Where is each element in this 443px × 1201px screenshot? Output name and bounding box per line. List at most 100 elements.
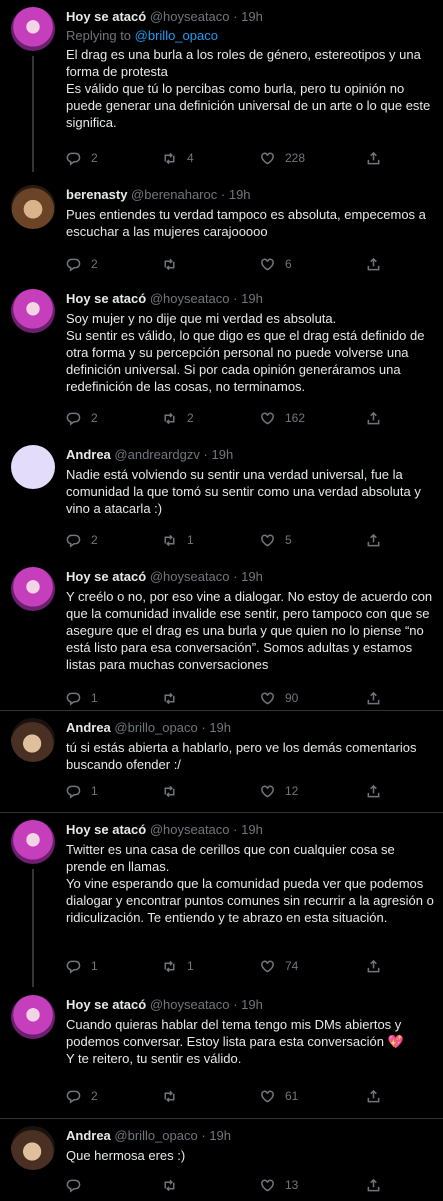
share-icon xyxy=(367,1089,380,1102)
share-icon xyxy=(367,533,380,546)
retweet-button[interactable] xyxy=(162,784,187,799)
retweet-icon xyxy=(164,1179,175,1191)
replying-to-user-link[interactable]: @brillo_opaco xyxy=(135,28,218,43)
display-name[interactable]: Hoy se atacó xyxy=(66,569,146,584)
share-button[interactable] xyxy=(366,691,381,706)
reply-button[interactable]: 1 xyxy=(66,958,98,975)
tweet-text: Soy mujer y no dije que mi verdad es abs… xyxy=(66,310,435,395)
share-button[interactable] xyxy=(366,257,381,272)
tweet-header: Hoy se atacó @hoyseataco · 19h xyxy=(66,290,435,308)
avatar[interactable] xyxy=(11,718,55,762)
reply-icon xyxy=(66,960,81,974)
retweet-button[interactable] xyxy=(162,1178,187,1193)
retweet-button[interactable] xyxy=(162,1089,187,1104)
share-icon xyxy=(367,784,380,797)
reply-button[interactable]: 2 xyxy=(66,1088,98,1105)
share-button[interactable] xyxy=(366,533,381,548)
retweet-button[interactable]: 1 xyxy=(162,532,194,549)
tweet[interactable]: Andrea @andreardgzv · 19h Nadie está vol… xyxy=(0,438,443,558)
like-button[interactable]: 6 xyxy=(260,256,292,273)
reply-button[interactable]: 1 xyxy=(66,690,98,707)
retweet-button[interactable] xyxy=(162,257,187,272)
retweet-button[interactable]: 2 xyxy=(162,410,194,427)
tweet-paragraph: Y creélo o no, por eso vine a dialogar. … xyxy=(66,589,433,672)
display-name[interactable]: Hoy se atacó xyxy=(66,291,146,306)
avatar[interactable] xyxy=(11,7,55,51)
share-button[interactable] xyxy=(366,411,381,426)
display-name[interactable]: berenasty xyxy=(66,187,127,202)
reply-button[interactable]: 2 xyxy=(66,256,98,273)
avatar[interactable] xyxy=(11,995,55,1039)
timestamp[interactable]: 19h xyxy=(229,187,251,202)
like-count: 90 xyxy=(285,690,299,705)
user-handle[interactable]: @hoyseataco xyxy=(150,822,230,837)
tweet[interactable]: Hoy se atacó @hoyseataco · 19h Twitter e… xyxy=(0,812,443,987)
avatar[interactable] xyxy=(11,185,55,229)
share-button[interactable] xyxy=(366,1178,381,1193)
display-name[interactable]: Andrea xyxy=(66,1128,111,1143)
retweet-icon xyxy=(164,785,175,797)
like-button[interactable]: 74 xyxy=(260,958,298,975)
reply-count: 2 xyxy=(91,410,98,425)
share-button[interactable] xyxy=(366,959,381,974)
avatar[interactable] xyxy=(11,289,55,333)
display-name[interactable]: Hoy se atacó xyxy=(66,9,146,24)
like-count: 162 xyxy=(285,410,306,425)
user-handle[interactable]: @hoyseataco xyxy=(150,997,230,1012)
reply-button[interactable]: 1 xyxy=(66,783,98,800)
tweet[interactable]: berenasty @berenaharoc · 19h Pues entien… xyxy=(0,178,443,280)
tweet[interactable]: Hoy se atacó @hoyseataco · 19h Y creélo … xyxy=(0,560,443,710)
timestamp[interactable]: 19h xyxy=(241,291,263,306)
reply-button[interactable] xyxy=(66,1178,91,1193)
user-handle[interactable]: @andreardgzv xyxy=(114,447,199,462)
tweet-header: Hoy se atacó @hoyseataco · 19h xyxy=(66,996,435,1014)
display-name[interactable]: Andrea xyxy=(66,720,111,735)
like-button[interactable]: 13 xyxy=(260,1177,298,1194)
like-button[interactable]: 162 xyxy=(260,410,305,427)
display-name[interactable]: Hoy se atacó xyxy=(66,997,146,1012)
retweet-button[interactable]: 4 xyxy=(162,150,194,167)
avatar[interactable] xyxy=(11,567,55,611)
timestamp[interactable]: 19h xyxy=(241,9,263,24)
tweet[interactable]: Andrea @brillo_opaco · 19h tú si estás a… xyxy=(0,710,443,813)
share-button[interactable] xyxy=(366,784,381,799)
timestamp[interactable]: 19h xyxy=(241,997,263,1012)
retweet-button[interactable]: 1 xyxy=(162,958,194,975)
display-name[interactable]: Hoy se atacó xyxy=(66,822,146,837)
like-icon xyxy=(261,152,274,165)
retweet-button[interactable] xyxy=(162,691,187,706)
timestamp[interactable]: 19h xyxy=(241,822,263,837)
tweet[interactable]: Hoy se atacó @hoyseataco · 19h Soy mujer… xyxy=(0,282,443,436)
avatar[interactable] xyxy=(11,820,55,864)
tweet[interactable]: Andrea @brillo_opaco · 19h Que hermosa e… xyxy=(0,1118,443,1201)
separator-dot: · xyxy=(203,447,208,462)
tweet-thread: Hoy se atacó @hoyseataco · 19h Replying … xyxy=(0,0,443,1200)
avatar[interactable] xyxy=(11,445,55,489)
like-button[interactable]: 61 xyxy=(260,1088,298,1105)
like-icon xyxy=(261,1090,274,1103)
user-handle[interactable]: @brillo_opaco xyxy=(114,720,197,735)
user-handle[interactable]: @hoyseataco xyxy=(150,9,230,24)
user-handle[interactable]: @brillo_opaco xyxy=(114,1128,197,1143)
tweet[interactable]: Hoy se atacó @hoyseataco · 19h Replying … xyxy=(0,0,443,172)
timestamp[interactable]: 19h xyxy=(241,569,263,584)
timestamp[interactable]: 19h xyxy=(211,447,233,462)
like-button[interactable]: 5 xyxy=(260,532,292,549)
timestamp[interactable]: 19h xyxy=(209,720,231,735)
share-button[interactable] xyxy=(366,1089,381,1104)
user-handle[interactable]: @hoyseataco xyxy=(150,569,230,584)
reply-button[interactable]: 2 xyxy=(66,150,98,167)
user-handle[interactable]: @berenaharoc xyxy=(131,187,217,202)
tweet[interactable]: Hoy se atacó @hoyseataco · 19h Cuando qu… xyxy=(0,988,443,1116)
avatar[interactable] xyxy=(11,1126,55,1170)
reply-button[interactable]: 2 xyxy=(66,410,98,427)
like-button[interactable]: 90 xyxy=(260,690,298,707)
replying-to: Replying to @brillo_opaco xyxy=(66,27,435,44)
share-button[interactable] xyxy=(366,151,381,166)
display-name[interactable]: Andrea xyxy=(66,447,111,462)
reply-button[interactable]: 2 xyxy=(66,532,98,549)
like-button[interactable]: 228 xyxy=(260,150,305,167)
timestamp[interactable]: 19h xyxy=(209,1128,231,1143)
user-handle[interactable]: @hoyseataco xyxy=(150,291,230,306)
like-button[interactable]: 12 xyxy=(260,783,298,800)
